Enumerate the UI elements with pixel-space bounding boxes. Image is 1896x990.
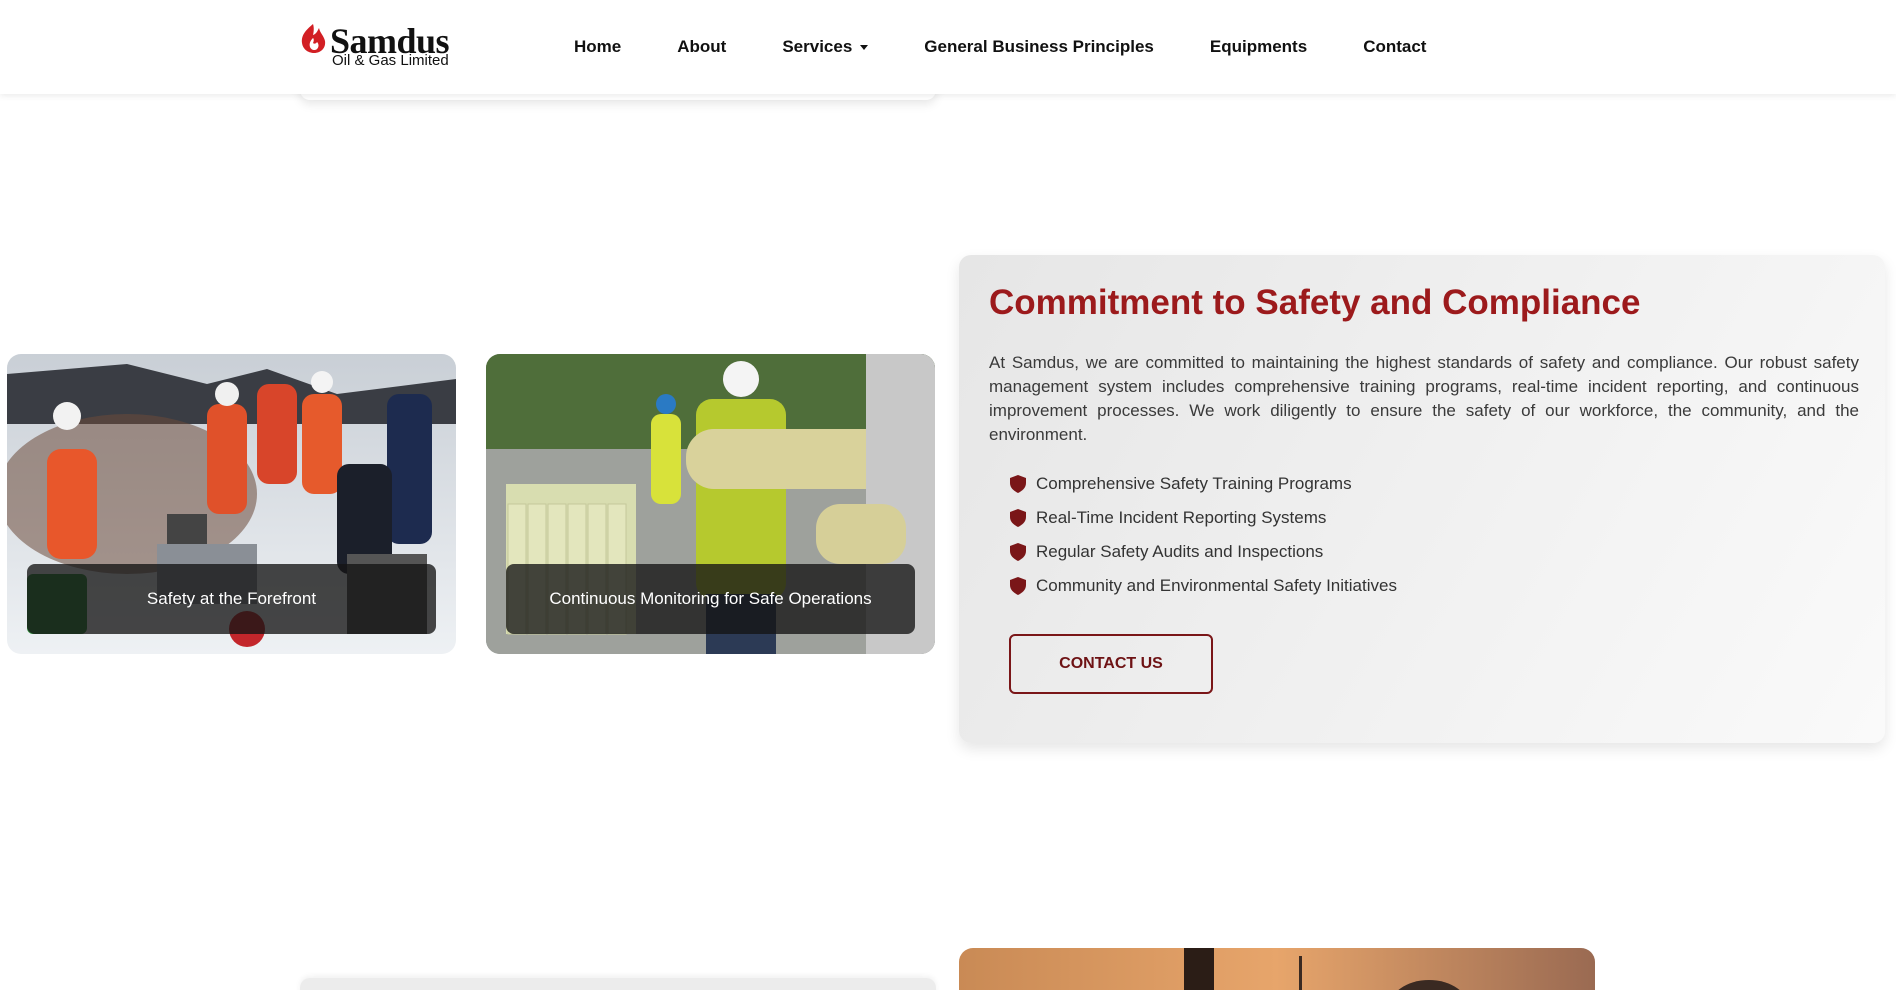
main-nav: Home About Services General Business Pri… [574, 0, 1482, 94]
list-item-label: Community and Environmental Safety Initi… [1036, 576, 1397, 595]
nav-services[interactable]: Services [782, 37, 869, 57]
shield-icon [1010, 577, 1026, 595]
page: Samdus Oil & Gas Limited Home About Serv… [0, 0, 1896, 990]
gallery-card-monitoring[interactable]: Continuous Monitoring for Safe Operation… [486, 354, 935, 654]
brand-logo[interactable]: Samdus Oil & Gas Limited [298, 21, 458, 72]
nav-about[interactable]: About [677, 37, 726, 57]
contact-us-button[interactable]: CONTACT US [1009, 634, 1213, 694]
list-item-label: Regular Safety Audits and Inspections [1036, 542, 1324, 561]
list-item: Real-Time Incident Reporting Systems [1010, 501, 1397, 535]
list-item-label: Comprehensive Safety Training Programs [1036, 474, 1352, 493]
nav-services-label: Services [782, 37, 853, 56]
navbar: Samdus Oil & Gas Limited Home About Serv… [0, 0, 1896, 94]
shield-icon [1010, 475, 1026, 493]
section-title: Commitment to Safety and Compliance [989, 283, 1641, 322]
nav-equipments[interactable]: Equipments [1210, 37, 1307, 57]
nav-general-business-principles[interactable]: General Business Principles [924, 37, 1154, 57]
list-item-label: Real-Time Incident Reporting Systems [1036, 508, 1327, 527]
next-section-card [300, 978, 936, 990]
safety-features-list: Comprehensive Safety Training Programs R… [1010, 467, 1397, 603]
list-item: Community and Environmental Safety Initi… [1010, 569, 1397, 603]
gallery-caption: Continuous Monitoring for Safe Operation… [506, 564, 915, 634]
nav-home[interactable]: Home [574, 37, 621, 57]
safety-compliance-panel: Commitment to Safety and Compliance At S… [959, 255, 1885, 743]
list-item: Comprehensive Safety Training Programs [1010, 467, 1397, 501]
list-item: Regular Safety Audits and Inspections [1010, 535, 1397, 569]
gallery-card-safety[interactable]: Safety at the Forefront [7, 354, 456, 654]
gallery-caption: Safety at the Forefront [27, 564, 436, 634]
sunset-worker-photo [959, 948, 1595, 990]
nav-contact[interactable]: Contact [1363, 37, 1426, 57]
flame-icon [301, 24, 326, 53]
brand-subtitle: Oil & Gas Limited [332, 52, 449, 69]
sunset-image [959, 948, 1595, 990]
shield-icon [1010, 509, 1026, 527]
caret-down-icon [860, 44, 869, 50]
shield-icon [1010, 543, 1026, 561]
section-description: At Samdus, we are committed to maintaini… [989, 353, 1859, 444]
